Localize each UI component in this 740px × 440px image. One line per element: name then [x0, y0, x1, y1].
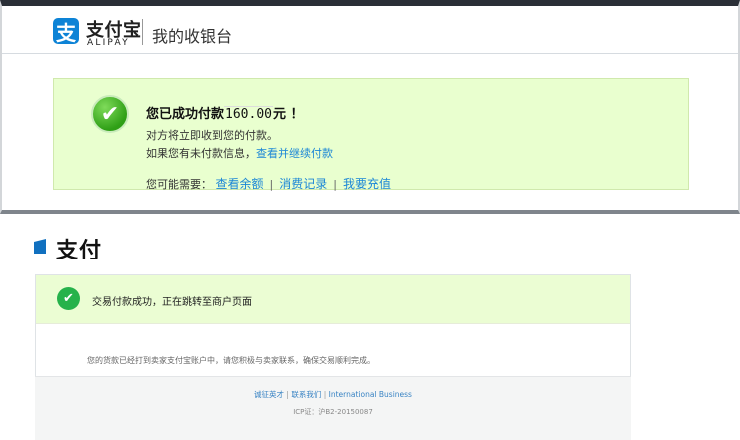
brand-name-en: ALIPAY [87, 38, 130, 48]
footer-separator: | [323, 390, 327, 399]
alipay-logo-mark-icon [34, 239, 46, 254]
cashier-header: 支 支付宝 ALIPAY 我的收银台 [2, 6, 738, 54]
icp-license: ICP证：沪B2-20150087 [293, 408, 373, 416]
header-divider [142, 19, 143, 45]
continue-prefix: 如果您有未付款信息， [146, 147, 256, 160]
receive-notice: 对方将立即收到您的付款。 [146, 129, 278, 142]
partial-brand-name: 支付 [56, 239, 103, 259]
small-check-icon: ✔ [57, 287, 80, 310]
paid-unit: 元 ！ [272, 107, 304, 122]
contact-link[interactable]: 联系我们 [291, 390, 321, 399]
recharge-link[interactable]: 我要充值 [343, 177, 391, 191]
footer-links: 诚征英才 | 联系我们 | International Business [35, 389, 631, 400]
payment-success-box: ✔ 您已成功付款160.00元 ！ 对方将立即收到您的付款。 如果您有未付款信息… [53, 78, 689, 192]
paid-amount: 160.00 [224, 106, 273, 122]
jobs-link[interactable]: 诚征英才 [254, 390, 284, 399]
link-separator: | [269, 178, 274, 191]
spending-records-link[interactable]: 消费记录 [279, 177, 327, 191]
redirect-header: ✔ 交易付款成功，正在跳转至商户页面 [36, 275, 630, 324]
suggested-actions: 您可能需要： 查看余额 | 消费记录 | 我要充值 [146, 175, 391, 192]
page: 支 支付宝 ALIPAY 我的收银台 ✔ 您已成功付款160.00元 ！ 对方将… [0, 0, 740, 440]
suggested-label: 您可能需要： [146, 178, 212, 191]
page-footer: 诚征英才 | 联系我们 | International Business ICP… [35, 376, 631, 440]
continue-notice: 如果您有未付款信息，查看并继续付款 [146, 145, 333, 161]
international-business-link[interactable]: International Business [329, 390, 412, 399]
redirect-screenshot: 支付 ✔ 交易付款成功，正在跳转至商户页面 您的货款已经打到卖家支付宝账户中，请… [0, 222, 740, 440]
continue-payment-link[interactable]: 查看并继续付款 [256, 147, 333, 160]
success-check-icon: ✔ [91, 95, 129, 133]
paid-prefix: 您已成功付款 [146, 107, 225, 122]
paid-message: 您已成功付款160.00元 ！ [146, 103, 304, 122]
page-title: 我的收银台 [152, 27, 233, 46]
redirect-title: 交易付款成功，正在跳转至商户页面 [92, 297, 252, 308]
footer-separator: | [286, 390, 289, 399]
cashier-screenshot: 支 支付宝 ALIPAY 我的收银台 ✔ 您已成功付款160.00元 ！ 对方将… [0, 0, 740, 214]
link-separator: | [333, 178, 337, 191]
view-balance-link[interactable]: 查看余额 [216, 177, 264, 191]
redirect-description: 您的货款已经打到卖家支付宝账户中，请您积极与卖家联系，确保交易顺利完成。 [87, 356, 375, 365]
alipay-logo-icon: 支 [53, 18, 79, 45]
